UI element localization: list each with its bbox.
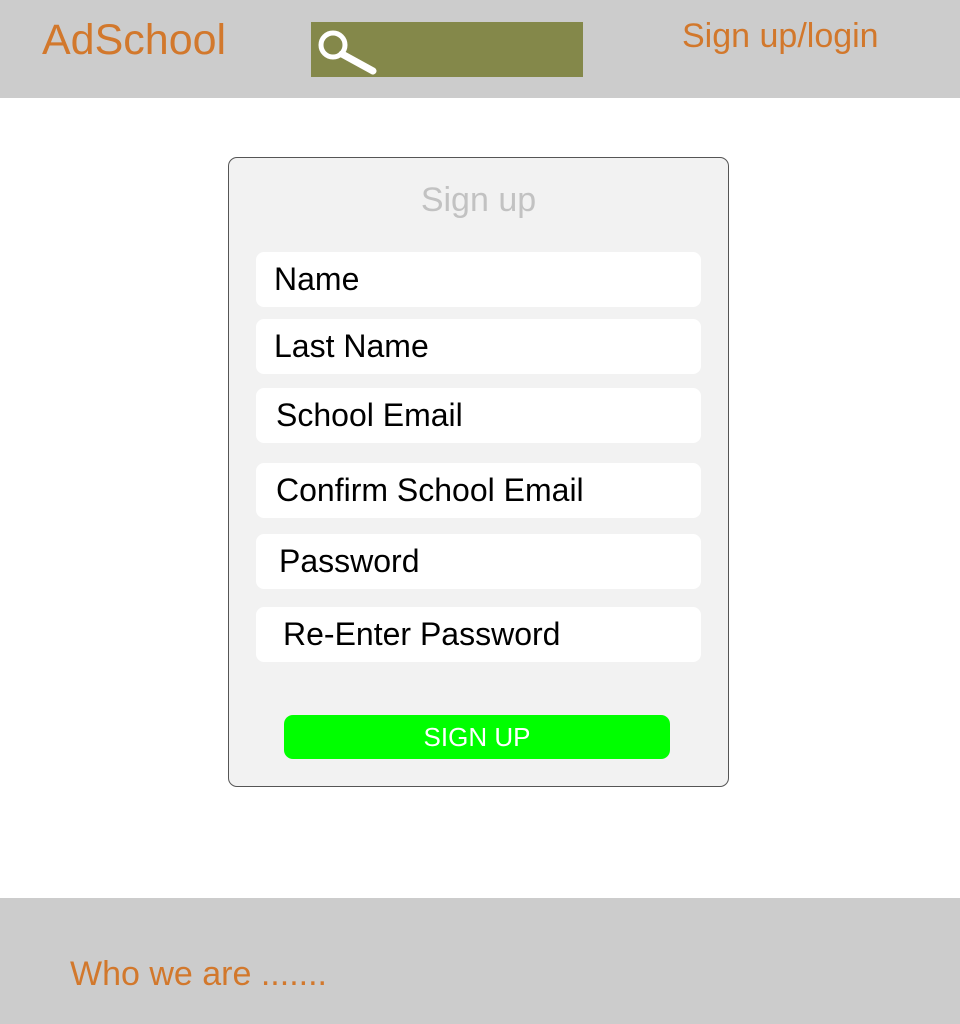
sign-up-button[interactable]: SIGN UP [284,715,670,759]
signup-login-link[interactable]: Sign up/login [682,16,879,56]
signup-card: Sign up SIGN UP [228,157,729,787]
name-field[interactable] [256,252,701,307]
footer: Who we are ....... [0,898,960,1024]
re-enter-password-field[interactable] [256,607,701,662]
who-we-are-link[interactable]: Who we are ....... [70,954,327,994]
signup-title: Sign up [420,181,537,219]
search-input[interactable] [379,22,577,77]
school-email-field[interactable] [256,388,701,443]
search-icon[interactable] [315,28,377,76]
confirm-school-email-field[interactable] [256,463,701,518]
logo[interactable]: AdSchool [42,16,226,64]
search-box[interactable] [311,22,583,77]
last-name-field[interactable] [256,319,701,374]
password-field[interactable] [256,534,701,589]
top-header: AdSchool Sign up/login [0,0,960,98]
